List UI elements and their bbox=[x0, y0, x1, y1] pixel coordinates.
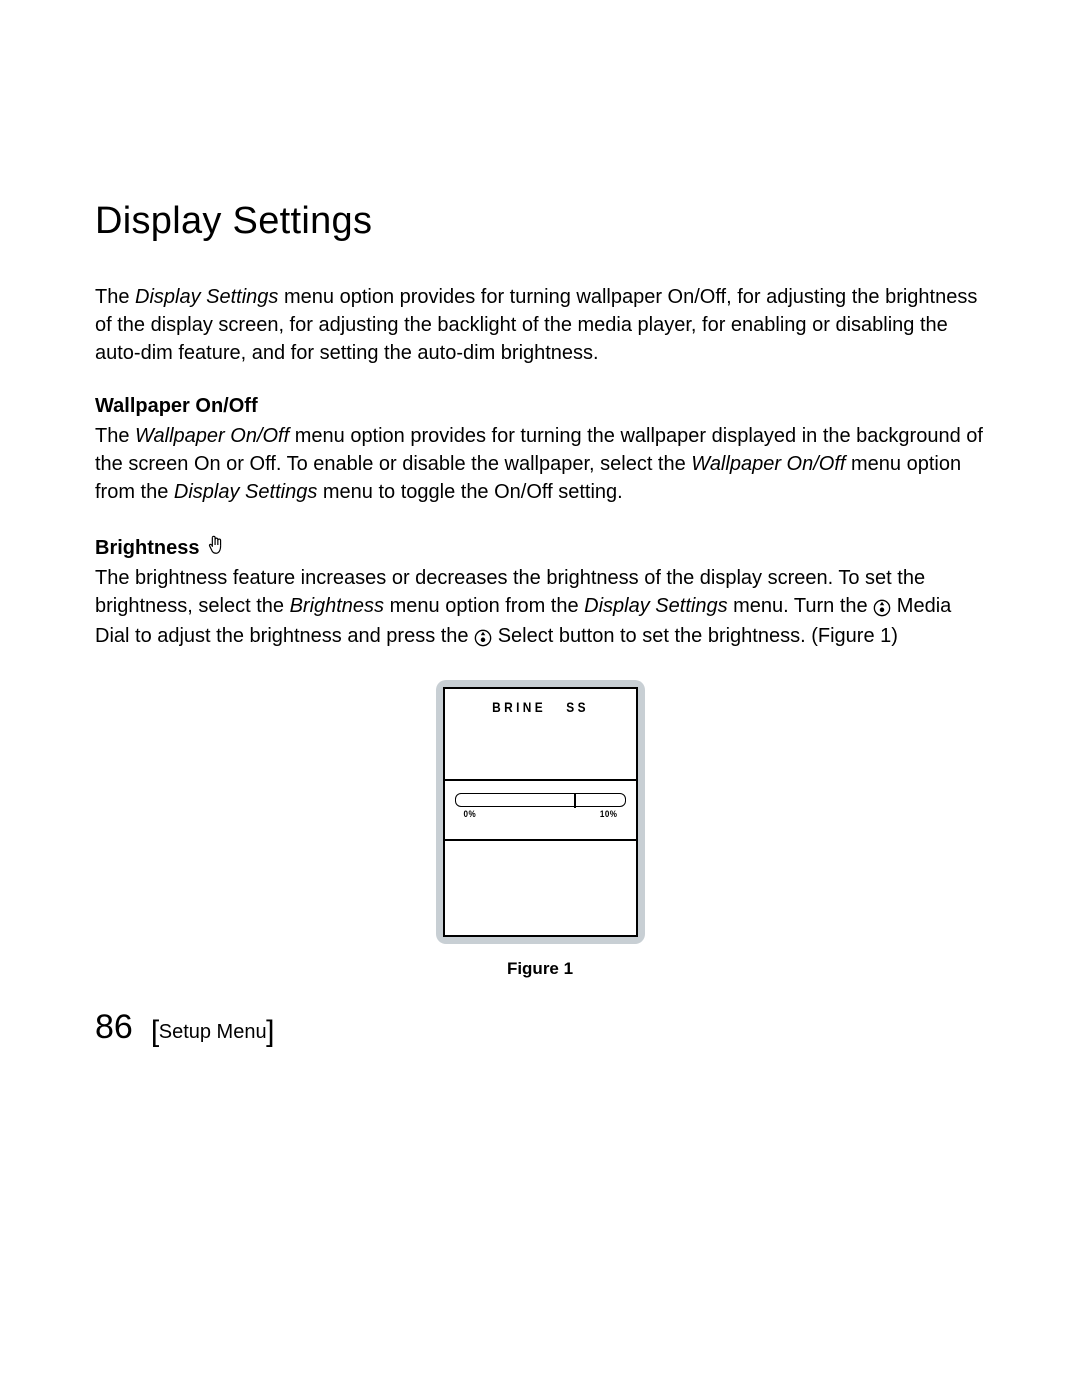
text: BRINE bbox=[492, 699, 546, 715]
text: The bbox=[95, 286, 135, 308]
bracket-close: ] bbox=[266, 1015, 274, 1048]
slider-labels: 0% 10% bbox=[463, 809, 617, 819]
screen-slider-area: 0% 10% bbox=[445, 781, 636, 841]
text: Select button to set the brightness. (Fi… bbox=[498, 625, 898, 647]
media-dial-icon bbox=[873, 594, 891, 622]
section-heading: Brightness bbox=[95, 537, 199, 560]
brightness-paragraph: The brightness feature increases or decr… bbox=[95, 564, 985, 652]
bracket-open: [ bbox=[151, 1015, 159, 1048]
brightness-slider bbox=[455, 793, 626, 807]
slider-thumb bbox=[574, 793, 576, 808]
figure-caption: Figure 1 bbox=[95, 959, 985, 979]
text-emphasis: Display Settings bbox=[135, 286, 278, 308]
text: The bbox=[95, 425, 135, 447]
page-footer: 86 [ Setup Menu ] bbox=[95, 1008, 275, 1047]
document-page: Display Settings The Display Settings me… bbox=[0, 0, 1080, 1397]
section-heading: Wallpaper On/Off bbox=[95, 395, 258, 418]
text: menu. Turn the bbox=[728, 595, 874, 617]
slider-min-label: 0% bbox=[463, 809, 476, 819]
text-emphasis: Wallpaper On/Off bbox=[691, 453, 845, 475]
section-name: Setup Menu bbox=[159, 1021, 267, 1043]
device-screen: BRINE SS 0% 10% bbox=[443, 687, 638, 937]
text: menu to toggle the On/Off setting. bbox=[317, 481, 622, 503]
text-emphasis: Brightness bbox=[290, 595, 385, 617]
screen-header: BRINE SS bbox=[445, 689, 636, 781]
select-button-icon bbox=[474, 624, 492, 652]
text-emphasis: Wallpaper On/Off bbox=[135, 425, 289, 447]
text: menu option from the bbox=[384, 595, 584, 617]
figure-1: BRINE SS 0% 10% Figure 1 bbox=[95, 680, 985, 979]
touch-icon bbox=[204, 534, 228, 561]
screen-title: BRINE SS bbox=[459, 689, 621, 715]
text-emphasis: Display Settings bbox=[584, 595, 727, 617]
intro-paragraph: The Display Settings menu option provide… bbox=[95, 283, 985, 367]
wallpaper-paragraph: The Wallpaper On/Off menu option provide… bbox=[95, 422, 985, 506]
page-number: 86 bbox=[95, 1008, 133, 1047]
wallpaper-section: Wallpaper On/Off The Wallpaper On/Off me… bbox=[95, 395, 985, 506]
text-emphasis: Display Settings bbox=[174, 481, 317, 503]
page-title: Display Settings bbox=[95, 200, 985, 243]
slider-max-label: 10% bbox=[599, 809, 617, 819]
footer-section: [ Setup Menu ] bbox=[151, 1014, 275, 1044]
device-frame: BRINE SS 0% 10% bbox=[436, 680, 645, 944]
text: SS bbox=[566, 699, 589, 715]
brightness-section: Brightness The brightness feature increa… bbox=[95, 534, 985, 652]
